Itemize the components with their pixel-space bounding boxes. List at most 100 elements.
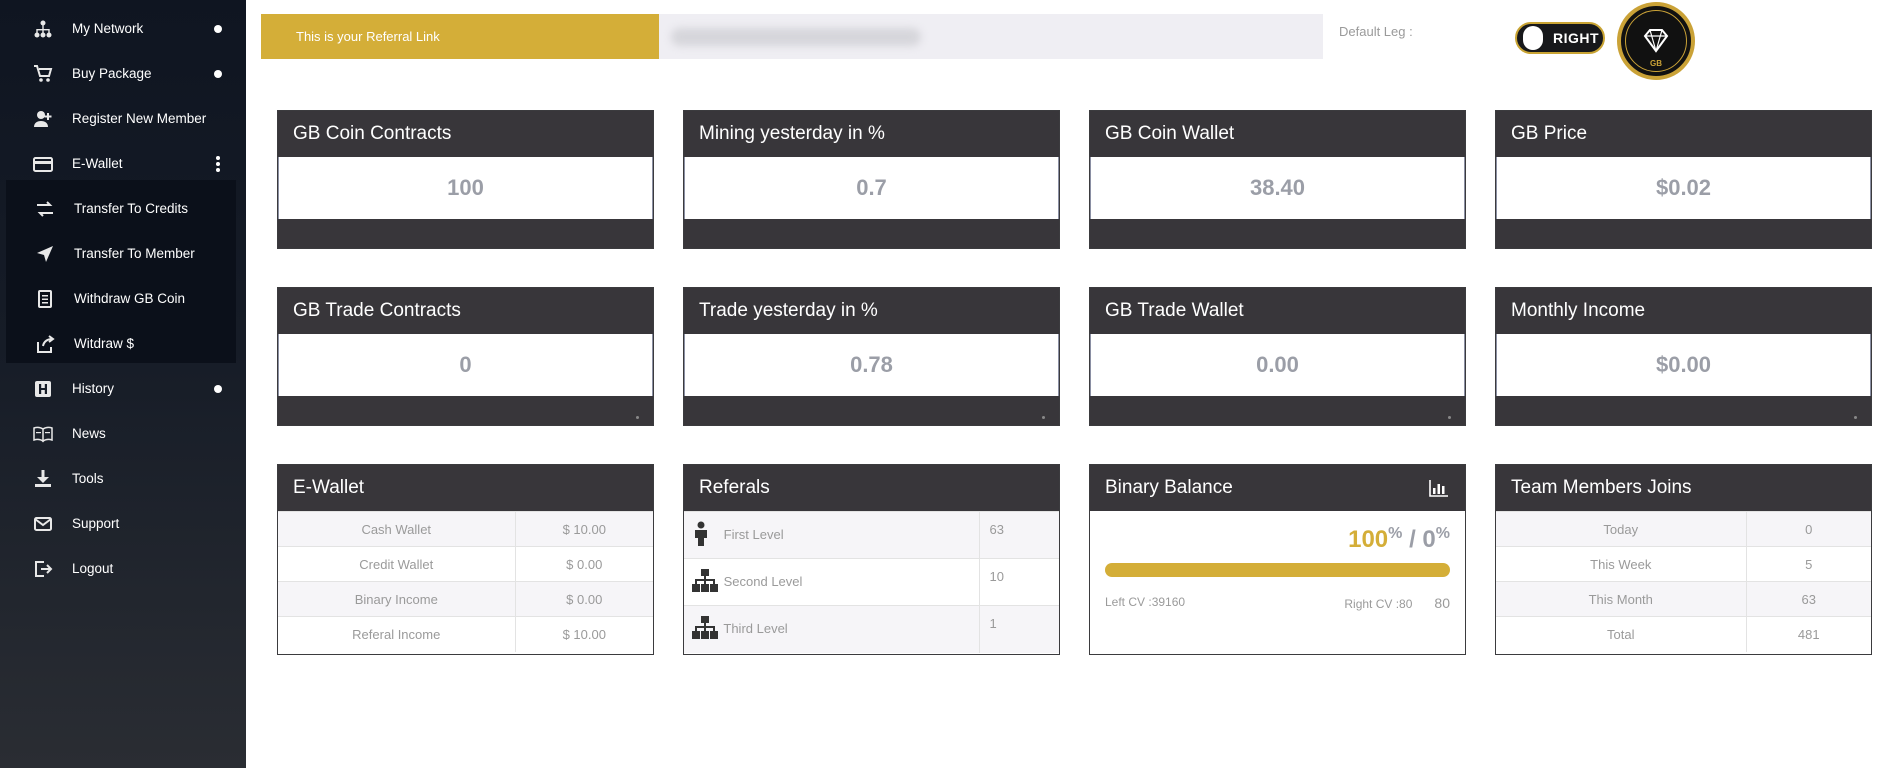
table-row: This Week 5 [1496,546,1871,582]
table-row: This Month 63 [1496,581,1871,617]
card-title: GB Trade Contracts [278,288,653,334]
card-footer [278,219,653,248]
card-title: Monthly Income [1496,288,1871,334]
stat-card-gb-trade-contracts: GB Trade Contracts 0 [277,287,654,426]
binary-progress-fill [1105,563,1450,577]
row-value: 1 [978,605,1059,653]
row-value: $ 0.00 [514,581,653,617]
sidebar-item-logout[interactable]: Logout [6,546,236,591]
sidebar-item-label: History [72,381,115,396]
sidebar-item-support[interactable]: Support [6,501,236,546]
card-title: GB Coin Contracts [278,111,653,157]
bar-chart-icon[interactable] [1429,479,1449,503]
table-row: Third Level 1 [684,605,1059,653]
toggle-knob [1523,26,1543,50]
card-footer [1496,396,1871,425]
sidebar-item-my-network[interactable]: My Network [6,6,236,51]
stat-card-gb-price: GB Price $0.02 [1495,110,1872,249]
card-footer [684,219,1059,248]
referral-link-field[interactable] [659,14,1323,59]
row-value: 63 [1745,581,1871,617]
mail-icon [26,514,60,534]
expand-dot-icon [214,24,222,33]
sidebar-item-withdraw-dollar[interactable]: Witdraw $ [6,321,236,366]
table-row: Cash Wallet $ 10.00 [278,511,653,547]
send-icon [28,244,62,264]
ewallet-table: Cash Wallet $ 10.00 Credit Wallet $ 0.00 B… [278,511,653,652]
card-value: 0.7 [684,157,1059,219]
stat-card-gb-trade-wallet: GB Trade Wallet 0.00 [1089,287,1466,426]
sidebar-item-label: Transfer To Credits [74,201,189,216]
row-label: Cash Wallet [278,511,515,547]
business-marketer-logo: GB [1617,2,1695,80]
percent-sign: % [1388,525,1403,542]
card-footer [1090,396,1465,425]
card-value: 0 [278,334,653,396]
transfer-icon [28,199,62,219]
book-icon [26,424,60,444]
stat-card-mining-yesterday: Mining yesterday in % 0.7 [683,110,1060,249]
stat-card-trade-yesterday: Trade yesterday in % 0.78 [683,287,1060,426]
right-cv: Right CV :80 [1344,597,1413,611]
card-value: 0.78 [684,334,1059,396]
network-icon [26,19,60,39]
percent-sign: % [1435,525,1450,542]
expand-dot-icon [214,69,222,78]
left-percent: 100 [1348,526,1389,553]
team-table: Today 0 This Week 5 This Month 63 Total 481 [1496,511,1871,652]
logout-icon [26,559,60,579]
share-icon [28,334,62,354]
sidebar: My Network Buy Package Register New Memb… [0,0,246,768]
referral-link-blurred [671,28,921,46]
sidebar-item-transfer-to-member[interactable]: Transfer To Member [6,231,236,276]
card-value: 38.40 [1090,157,1465,219]
sidebar-item-label: My Network [72,21,144,36]
sidebar-item-withdraw-gb-coin[interactable]: Withdraw GB Coin [6,276,236,321]
hierarchy-icon [692,568,720,596]
more-vertical-icon [216,155,220,172]
row-value: 0 [1745,511,1871,547]
table-row: First Level 63 [684,511,1059,559]
sidebar-item-transfer-to-credits[interactable]: Transfer To Credits [6,186,236,231]
wallet-icon [26,154,60,174]
ewallet-card: E-Wallet Cash Wallet $ 10.00 Credit Walle… [277,464,654,655]
sidebar-item-history[interactable]: History [6,366,236,411]
sidebar-item-register-new-member[interactable]: Register New Member [6,96,236,141]
left-cv: Left CV :39160 [1105,595,1186,609]
card-value: 100 [278,157,653,219]
sidebar-item-e-wallet[interactable]: E-Wallet [6,141,236,186]
stat-card-monthly-income: Monthly Income $0.00 [1495,287,1872,426]
sidebar-item-tools[interactable]: Tools [6,456,236,501]
sidebar-item-news[interactable]: News [6,411,236,456]
default-leg-toggle[interactable]: RIGHT [1515,22,1605,54]
team-members-card: Team Members Joins Today 0 This Week 5 Thi… [1495,464,1872,655]
row-value: 63 [978,511,1059,559]
row-label: Total [1496,616,1746,652]
card-footer [684,396,1059,425]
table-row: Referal Income $ 10.00 [278,616,653,652]
card-value: $0.02 [1496,157,1871,219]
sidebar-item-label: News [72,426,106,441]
row-label: This Week [1496,546,1746,582]
sidebar-item-buy-package[interactable]: Buy Package [6,51,236,96]
row-label: First Level [723,526,784,542]
binary-progress-bar [1105,563,1450,577]
row-label: This Month [1496,581,1746,617]
card-title: Team Members Joins [1496,465,1871,511]
referals-card: Referals First Level 63 Second Level 10 … [683,464,1060,655]
right-percent: 0 [1422,526,1436,553]
add-user-icon [26,109,60,129]
card-title: Referals [684,465,1059,511]
row-value: $ 10.00 [514,511,653,547]
person-icon [692,521,720,550]
row-value: 5 [1745,546,1871,582]
card-title: Binary Balance [1105,477,1233,498]
row-label: Second Level [723,573,803,589]
card-title: GB Price [1496,111,1871,157]
table-row: Total 481 [1496,616,1871,652]
card-footer [278,396,653,425]
card-title: Trade yesterday in % [684,288,1059,334]
card-title: GB Trade Wallet [1090,288,1465,334]
logo-text: GB [1650,59,1662,68]
card-value: $0.00 [1496,334,1871,396]
